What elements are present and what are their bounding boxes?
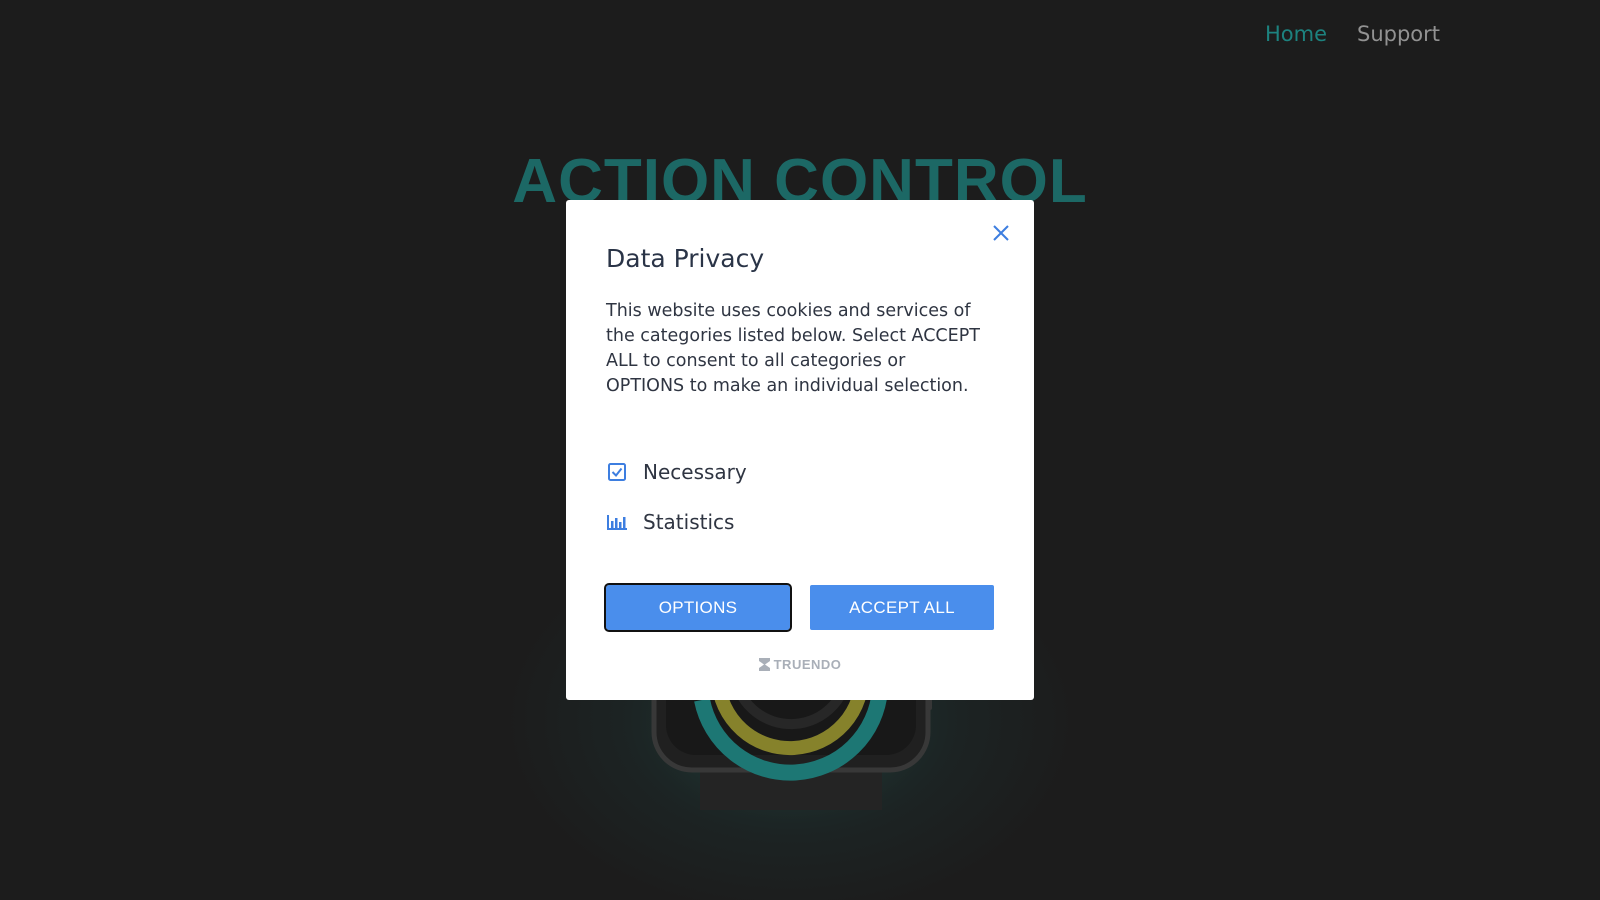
category-label: Necessary	[643, 460, 747, 484]
dialog-title: Data Privacy	[606, 244, 765, 273]
bar-chart-icon	[606, 511, 628, 533]
privacy-dialog: Data Privacy This website uses cookies a…	[566, 200, 1034, 700]
category-label: Statistics	[643, 510, 735, 534]
dialog-description: This website uses cookies and services o…	[606, 301, 980, 396]
dialog-actions: OPTIONS ACCEPT ALL	[604, 583, 994, 632]
category-statistics[interactable]: Statistics	[606, 497, 994, 547]
category-necessary[interactable]: Necessary	[606, 447, 994, 497]
close-icon	[993, 225, 1009, 241]
checkbox-checked-icon	[606, 461, 628, 483]
truendo-brand[interactable]: TRUENDO	[566, 657, 1034, 672]
category-list: Necessary Statistics	[606, 447, 994, 547]
options-button[interactable]: OPTIONS	[604, 583, 792, 632]
close-button[interactable]	[988, 220, 1014, 246]
truendo-logo-icon	[758, 658, 770, 671]
page: Home Support ACTION CONTROL Data Privacy…	[0, 0, 1600, 900]
brand-name: TRUENDO	[773, 657, 842, 672]
accept-all-button[interactable]: ACCEPT ALL	[810, 585, 994, 630]
